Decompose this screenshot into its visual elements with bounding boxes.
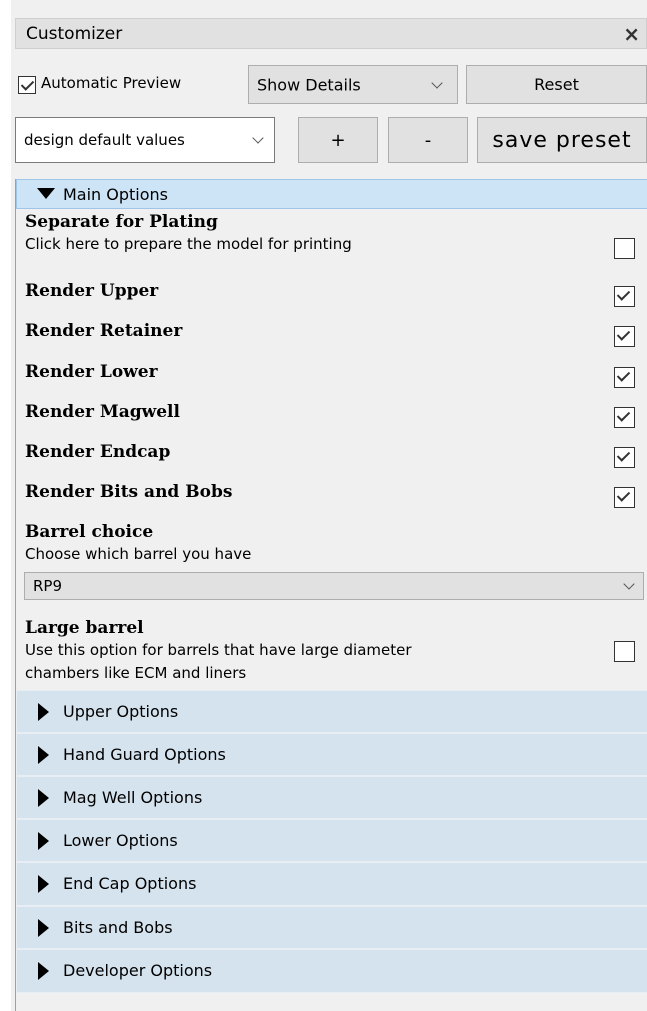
triangle-down-icon: [37, 188, 55, 199]
option-desc: Use this option for barrels that have la…: [25, 641, 412, 659]
section-label: Upper Options: [63, 702, 179, 721]
section-end-cap-options[interactable]: End Cap Options: [16, 862, 647, 906]
option-title: Render Bits and Bobs: [25, 482, 233, 502]
render-upper-checkbox[interactable]: [614, 286, 635, 307]
chevron-down-icon: [252, 132, 264, 144]
reset-button[interactable]: Reset: [466, 65, 647, 104]
option-title: Render Upper: [25, 281, 159, 301]
chevron-down-icon: [623, 578, 635, 590]
barrel-select-value: RP9: [33, 577, 63, 595]
triangle-right-icon: [38, 919, 49, 937]
option-title: Large barrel: [25, 618, 144, 638]
option-title: Render Magwell: [25, 402, 180, 422]
section-label: Lower Options: [63, 831, 178, 850]
render-endcap-checkbox[interactable]: [614, 447, 635, 468]
section-label: Hand Guard Options: [63, 745, 226, 764]
render-magwell-checkbox[interactable]: [614, 407, 635, 428]
option-desc: Choose which barrel you have: [25, 545, 252, 563]
add-preset-button[interactable]: +: [298, 117, 378, 163]
triangle-right-icon: [38, 746, 49, 764]
render-lower-checkbox[interactable]: [614, 367, 635, 388]
option-title: Render Retainer: [25, 321, 183, 341]
options-tree: Main Options Separate for Plating Click …: [15, 179, 647, 1011]
chevron-down-icon: [431, 76, 443, 89]
option-title: Render Endcap: [25, 442, 171, 462]
section-label: Bits and Bobs: [63, 918, 173, 937]
auto-preview-checkbox[interactable]: [18, 76, 36, 94]
section-lower-options[interactable]: Lower Options: [16, 819, 647, 862]
section-mag-well-options[interactable]: Mag Well Options: [16, 776, 647, 819]
render-bits-and-bobs-checkbox[interactable]: [614, 487, 635, 508]
section-hand-guard-options[interactable]: Hand Guard Options: [16, 733, 647, 776]
triangle-right-icon: [38, 832, 49, 850]
save-preset-button[interactable]: save preset: [477, 117, 647, 163]
details-select[interactable]: Show Details: [248, 65, 458, 104]
details-select-value: Show Details: [257, 75, 361, 94]
option-desc: Click here to prepare the model for prin…: [25, 235, 352, 253]
auto-preview-label: Automatic Preview: [41, 74, 182, 92]
preset-select[interactable]: design default values: [15, 117, 275, 163]
triangle-right-icon: [38, 789, 49, 807]
panel-titlebar: Customizer ×: [15, 18, 647, 49]
separate-for-plating-checkbox[interactable]: [614, 238, 635, 259]
section-label: Main Options: [63, 185, 169, 204]
close-icon[interactable]: ×: [623, 22, 640, 46]
section-main-options[interactable]: Main Options: [16, 179, 647, 209]
section-bits-and-bobs[interactable]: Bits and Bobs: [16, 906, 647, 949]
barrel-select[interactable]: RP9: [24, 572, 644, 600]
option-title: Separate for Plating: [25, 212, 218, 232]
option-title: Barrel choice: [25, 522, 154, 542]
triangle-right-icon: [38, 875, 49, 893]
section-upper-options[interactable]: Upper Options: [16, 690, 647, 733]
section-label: Developer Options: [63, 961, 213, 980]
panel-title: Customizer: [26, 24, 123, 44]
render-retainer-checkbox[interactable]: [614, 326, 635, 347]
option-title: Render Lower: [25, 362, 158, 382]
preview-toolbar: Automatic Preview Show Details Reset: [15, 65, 647, 104]
large-barrel-checkbox[interactable]: [614, 641, 635, 662]
section-label: End Cap Options: [63, 874, 197, 893]
option-desc: chambers like ECM and liners: [25, 664, 247, 682]
preset-select-value: design default values: [24, 131, 185, 149]
section-label: Mag Well Options: [63, 788, 203, 807]
triangle-right-icon: [38, 962, 49, 980]
section-developer-options[interactable]: Developer Options: [16, 949, 647, 993]
triangle-right-icon: [38, 703, 49, 721]
customizer-panel: Customizer × Automatic Preview Show Deta…: [11, 0, 647, 1011]
remove-preset-button[interactable]: -: [388, 117, 468, 163]
